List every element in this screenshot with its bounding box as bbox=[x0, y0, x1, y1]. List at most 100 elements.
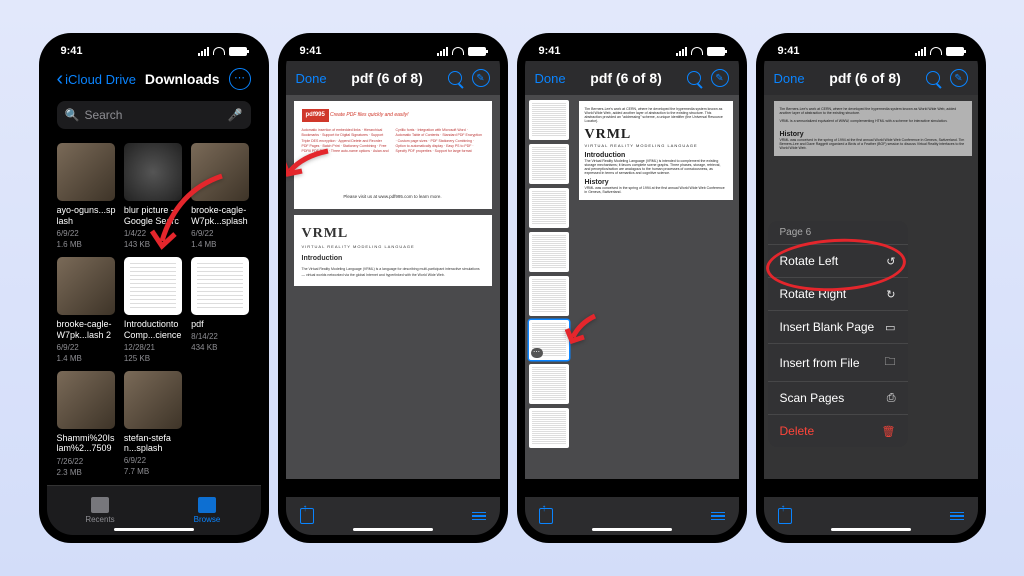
pdf-title: pdf (6 of 8) bbox=[351, 70, 423, 86]
file-thumb bbox=[57, 143, 115, 201]
tab-label: Recents bbox=[85, 515, 114, 524]
tab-label: Browse bbox=[194, 515, 221, 524]
menu-icon: ⎙ bbox=[887, 392, 896, 405]
menu-label: Delete bbox=[780, 424, 815, 438]
menu-item-scan-pages[interactable]: Scan Pages ⎙ bbox=[768, 382, 908, 415]
status-time: 9:41 bbox=[61, 45, 83, 57]
file-thumb bbox=[57, 257, 115, 315]
file-date: 6/9/22 bbox=[191, 229, 250, 238]
phone-files: 9:41 iCloud Drive Downloads ⋯ 🔍 Search 🎤… bbox=[39, 33, 269, 543]
menu-item-insert-from-file[interactable]: Insert from File🗀 bbox=[768, 344, 908, 382]
context-menu: Page 6 Rotate Left↺ Rotate Right ↻ Insert B… bbox=[768, 221, 908, 447]
thumbnails-icon[interactable] bbox=[711, 512, 725, 521]
pdf995-logo: pdf995 bbox=[302, 109, 329, 122]
file-size: 1.4 MB bbox=[57, 354, 116, 363]
pdf-viewer[interactable]: pdf995 Create PDF files quickly and easi… bbox=[286, 95, 500, 479]
file-date: 1/4/22 bbox=[124, 229, 183, 238]
menu-label: Rotate Right bbox=[780, 287, 847, 301]
markup-icon[interactable]: ✎ bbox=[711, 69, 729, 87]
file-grid: ayo-oguns...splash 6/9/22 1.6 MB blur pictu… bbox=[47, 133, 261, 487]
page-thumb[interactable] bbox=[529, 408, 569, 448]
file-date: 12/28/21 bbox=[124, 343, 183, 352]
menu-label: Insert from File bbox=[780, 356, 860, 370]
done-button[interactable]: Done bbox=[774, 71, 805, 86]
nav-files: iCloud Drive Downloads ⋯ bbox=[47, 61, 261, 97]
search-icon[interactable] bbox=[448, 71, 462, 85]
file-name: stefan-stefan...splash bbox=[124, 433, 183, 455]
search-field[interactable]: 🔍 Search 🎤 bbox=[57, 101, 251, 129]
menu-label: Insert Blank Page bbox=[780, 320, 875, 334]
phone-context-menu: 9:41 Done pdf (6 of 8) ✎ Tim Berners-Lee… bbox=[756, 33, 986, 543]
share-icon[interactable] bbox=[300, 508, 314, 524]
menu-item-rotate-left[interactable]: Rotate Left↺ bbox=[768, 245, 908, 278]
file-thumb bbox=[124, 257, 182, 315]
file-size: 2.3 MB bbox=[57, 468, 116, 477]
menu-icon: ↻ bbox=[886, 288, 895, 301]
file-name: blur picture - Google Search bbox=[124, 205, 183, 227]
menu-item-insert-blank-page[interactable]: Insert Blank Page ▭ bbox=[768, 311, 908, 344]
file-item[interactable]: stefan-stefan...splash6/9/227.7 MB bbox=[124, 371, 183, 477]
file-item[interactable]: blur picture - Google Search1/4/22143 KB bbox=[124, 143, 183, 249]
file-thumb bbox=[191, 143, 249, 201]
main-document[interactable]: Tim Berners-Lee's work at CERN, where he… bbox=[573, 95, 739, 479]
markup-icon[interactable]: ✎ bbox=[950, 69, 968, 87]
screen-title: Downloads bbox=[145, 71, 220, 87]
page-thumb[interactable] bbox=[529, 232, 569, 272]
home-indicator[interactable] bbox=[114, 528, 194, 531]
search-icon[interactable] bbox=[926, 71, 940, 85]
done-button[interactable]: Done bbox=[535, 71, 566, 86]
page-thumb[interactable] bbox=[529, 100, 569, 140]
back-button[interactable]: iCloud Drive bbox=[57, 68, 136, 91]
file-name: pdf bbox=[191, 319, 250, 330]
page-thumb[interactable] bbox=[529, 188, 569, 228]
file-thumb bbox=[124, 371, 182, 429]
markup-icon[interactable]: ✎ bbox=[472, 69, 490, 87]
more-button[interactable]: ⋯ bbox=[229, 68, 251, 90]
done-button[interactable]: Done bbox=[296, 71, 327, 86]
file-date: 6/9/22 bbox=[57, 229, 116, 238]
menu-label: Rotate Left bbox=[780, 254, 839, 268]
file-date: 6/9/22 bbox=[57, 343, 116, 352]
search-icon: 🔍 bbox=[65, 108, 80, 122]
page-thumb[interactable] bbox=[529, 144, 569, 184]
page-thumb[interactable] bbox=[529, 364, 569, 404]
menu-header: Page 6 bbox=[768, 221, 908, 245]
file-name: Shammi%20Islam%2...75099 bbox=[57, 433, 116, 455]
status-bar: 9:41 bbox=[47, 41, 261, 61]
menu-icon: ▭ bbox=[885, 321, 895, 334]
file-item[interactable]: brooke-cagle-W7pk...lash 26/9/221.4 MB bbox=[57, 257, 116, 363]
search-icon[interactable] bbox=[687, 71, 701, 85]
thumbnail-sidebar[interactable] bbox=[525, 95, 573, 479]
file-name: ayo-oguns...splash bbox=[57, 205, 116, 227]
file-item[interactable]: pdf8/14/22434 KB bbox=[191, 257, 250, 363]
file-item[interactable]: brooke-cagle-W7pk...splash 6/9/22 1.4 MB bbox=[191, 143, 250, 249]
file-date: 8/14/22 bbox=[191, 332, 250, 341]
file-item[interactable]: Shammi%20Islam%2...750997/26/222.3 MB bbox=[57, 371, 116, 477]
file-date: 6/9/22 bbox=[124, 456, 183, 465]
thumbnails-icon[interactable] bbox=[472, 512, 486, 521]
phone-pdf-single: 9:41 Done pdf (6 of 8) ✎ pdf995 Create P… bbox=[278, 33, 508, 543]
file-size: 1.6 MB bbox=[57, 240, 116, 249]
file-item[interactable]: Introductionto Comp...cience12/28/21125 … bbox=[124, 257, 183, 363]
vrml-heading: VRML bbox=[302, 223, 484, 244]
home-indicator[interactable] bbox=[831, 528, 911, 531]
mic-icon[interactable]: 🎤 bbox=[228, 108, 243, 122]
page-thumb[interactable] bbox=[529, 276, 569, 316]
file-thumb bbox=[57, 371, 115, 429]
share-icon[interactable] bbox=[539, 508, 553, 524]
file-size: 1.4 MB bbox=[191, 240, 250, 249]
home-indicator[interactable] bbox=[353, 528, 433, 531]
page-thumb-selected[interactable] bbox=[529, 320, 569, 360]
menu-item-delete[interactable]: Delete 🗑 bbox=[768, 415, 908, 447]
thumbnails-icon[interactable] bbox=[950, 512, 964, 521]
share-icon[interactable] bbox=[778, 508, 792, 524]
file-name: brooke-cagle-W7pk...splash bbox=[191, 205, 250, 227]
home-indicator[interactable] bbox=[592, 528, 672, 531]
menu-label: Scan Pages bbox=[780, 391, 845, 405]
menu-icon: 🗑 bbox=[882, 425, 896, 438]
search-placeholder: Search bbox=[84, 108, 122, 122]
file-size: 125 KB bbox=[124, 354, 183, 363]
pdf-nav: Done pdf (6 of 8) ✎ bbox=[286, 61, 500, 95]
file-item[interactable]: ayo-oguns...splash 6/9/22 1.6 MB bbox=[57, 143, 116, 249]
menu-item-rotate-right[interactable]: Rotate Right ↻ bbox=[768, 278, 908, 311]
